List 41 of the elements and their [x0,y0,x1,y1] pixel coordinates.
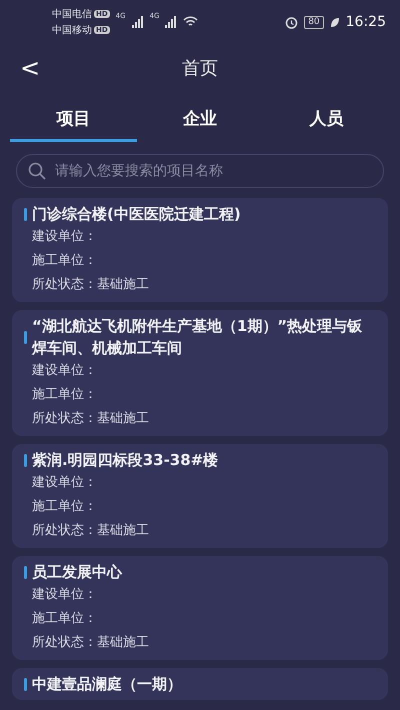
accent-bar [24,678,27,690]
project-field: 施工单位： [24,495,376,519]
project-title: 紫润.明园四标段33-38#楼 [32,450,218,471]
search-field[interactable]: 请输入您要搜索的项目名称 [16,154,384,188]
alarm-icon [285,16,298,28]
tab[interactable]: 人员 [263,92,390,142]
project-title: 员工发展中心 [32,562,122,583]
project-title: “湖北航达飞机附件生产基地（1期）”热处理与钣焊车间、机械加工车间 [32,316,364,359]
accent-bar [24,208,27,220]
project-card[interactable]: 门诊综合楼(中医医院迁建工程) 建设单位： 施工单位： 所处状态：基础施工 [12,198,388,302]
signal-icon [132,16,144,28]
project-field: 建设单位： [24,583,376,607]
accent-bar [24,330,27,344]
accent-bar [24,454,27,466]
project-field: 建设单位： [24,225,376,249]
project-title: 门诊综合楼(中医医院迁建工程) [32,204,241,225]
project-field: 建设单位： [24,359,376,383]
back-button[interactable]: < [14,54,46,82]
project-card[interactable]: 紫润.明园四标段33-38#楼 建设单位： 施工单位： 所处状态：基础施工 [12,444,388,548]
project-field: 施工单位： [24,383,376,407]
tab[interactable]: 企业 [136,92,264,142]
project-card[interactable]: “湖北航达飞机附件生产基地（1期）”热处理与钣焊车间、机械加工车间 建设单位： 施工单位： 所处状态：基础施工 [12,310,388,436]
project-title: 中建壹品澜庭（一期） [32,674,182,695]
leaf-icon [330,16,340,28]
project-field: 所处状态：基础施工 [24,273,376,297]
page-title: 首页 [182,57,218,80]
project-field: 所处状态：基础施工 [24,631,376,655]
project-field: 建设单位： [24,471,376,495]
project-card[interactable]: 中建壹品澜庭（一期） [12,668,388,700]
battery-level: 80 [304,16,324,28]
search-icon [28,162,46,180]
accent-bar [24,566,27,578]
project-field: 施工单位： [24,607,376,631]
clock-time: 16:25 [346,14,386,30]
project-card[interactable]: 员工发展中心 建设单位： 施工单位： 所处状态：基础施工 [12,556,388,660]
project-field: 所处状态：基础施工 [24,519,376,543]
tab[interactable]: 项目 [10,92,137,142]
signal-icon [165,16,178,28]
wifi-icon [183,16,198,28]
project-field: 所处状态：基础施工 [24,407,376,431]
project-field: 施工单位： [24,249,376,273]
